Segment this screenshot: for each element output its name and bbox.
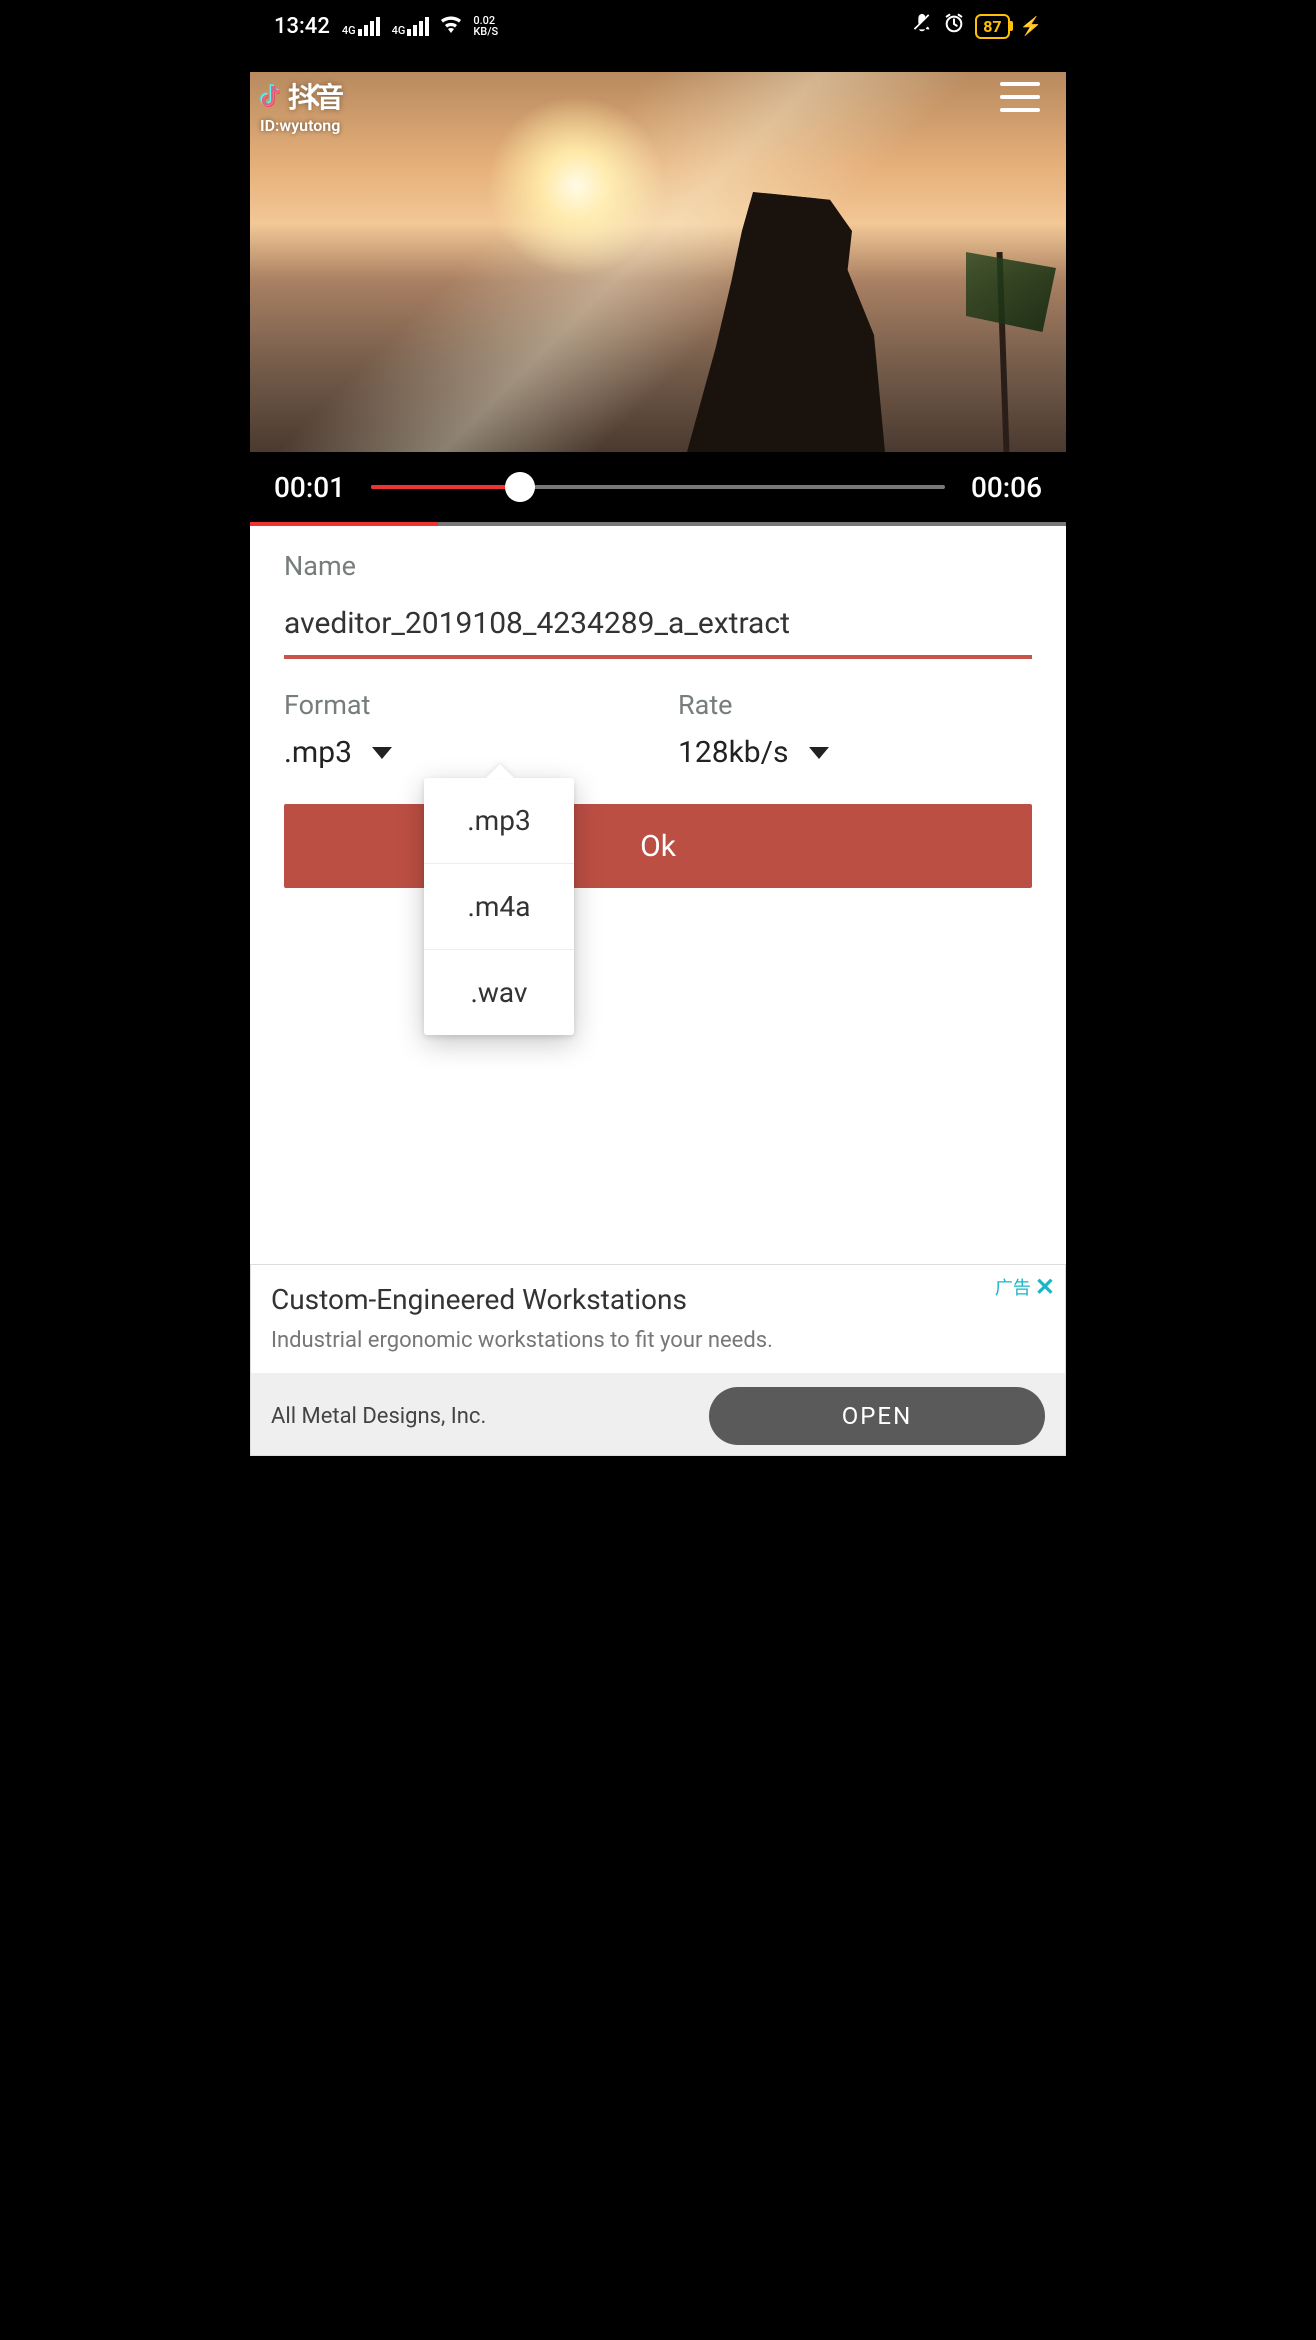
name-input[interactable]: [284, 596, 1032, 659]
extract-form: Name Format .mp3 Rate 128kb/s Ok: [250, 522, 1066, 888]
network-type-1: 4G: [342, 26, 356, 36]
ad-badge: 广告: [995, 1274, 1031, 1300]
format-label: Format: [284, 689, 638, 721]
ad-open-button[interactable]: OPEN: [709, 1387, 1045, 1445]
ad-subtitle: Industrial ergonomic workstations to fit…: [271, 1328, 1045, 1353]
app-screen: 13:42 4G 4G 0.02 KB/S: [250, 0, 1066, 1456]
rate-value: 128kb/s: [678, 735, 789, 770]
format-dropdown: .mp3 .m4a .wav: [424, 778, 574, 1035]
ok-button[interactable]: Ok: [284, 804, 1032, 888]
ad-close-icon[interactable]: ✕: [1035, 1273, 1055, 1301]
format-option-m4a[interactable]: .m4a: [424, 864, 574, 950]
network-rate: 0.02 KB/S: [473, 15, 498, 37]
duration: 00:06: [971, 471, 1042, 504]
rate-label: Rate: [678, 689, 1032, 721]
alarm-icon: [943, 12, 965, 40]
ad-banner: 广告 ✕ Custom-Engineered Workstations Indu…: [250, 1264, 1066, 1456]
ad-company: All Metal Designs, Inc.: [271, 1404, 486, 1429]
menu-icon[interactable]: [1000, 82, 1040, 112]
seek-bar[interactable]: [371, 485, 945, 489]
charging-icon: ⚡: [1020, 16, 1042, 37]
video-player[interactable]: 抖音 ID:wyutong 00:01 00:06: [250, 52, 1066, 522]
ad-title[interactable]: Custom-Engineered Workstations: [271, 1283, 1045, 1316]
mute-icon: [911, 12, 933, 40]
video-controls: 00:01 00:06: [250, 452, 1066, 522]
signal-icon-2: [407, 17, 429, 36]
format-option-wav[interactable]: .wav: [424, 950, 574, 1035]
caret-down-icon: [809, 747, 829, 759]
name-label: Name: [284, 550, 1032, 582]
format-select[interactable]: .mp3: [284, 735, 638, 770]
back-icon[interactable]: [300, 72, 328, 119]
douyin-icon: [260, 83, 284, 109]
battery-indicator: 87: [975, 14, 1009, 39]
format-value: .mp3: [284, 735, 352, 770]
wifi-icon: [439, 13, 463, 39]
seek-thumb[interactable]: [505, 472, 535, 502]
buffer-bar: [250, 522, 1066, 526]
caret-down-icon: [372, 747, 392, 759]
status-time: 13:42: [274, 14, 330, 39]
current-time: 00:01: [274, 471, 345, 504]
status-bar: 13:42 4G 4G 0.02 KB/S: [250, 0, 1066, 52]
network-type-2: 4G: [392, 26, 406, 36]
format-option-mp3[interactable]: .mp3: [424, 778, 574, 864]
signal-icon: [358, 17, 380, 36]
rate-select[interactable]: 128kb/s: [678, 735, 1032, 770]
